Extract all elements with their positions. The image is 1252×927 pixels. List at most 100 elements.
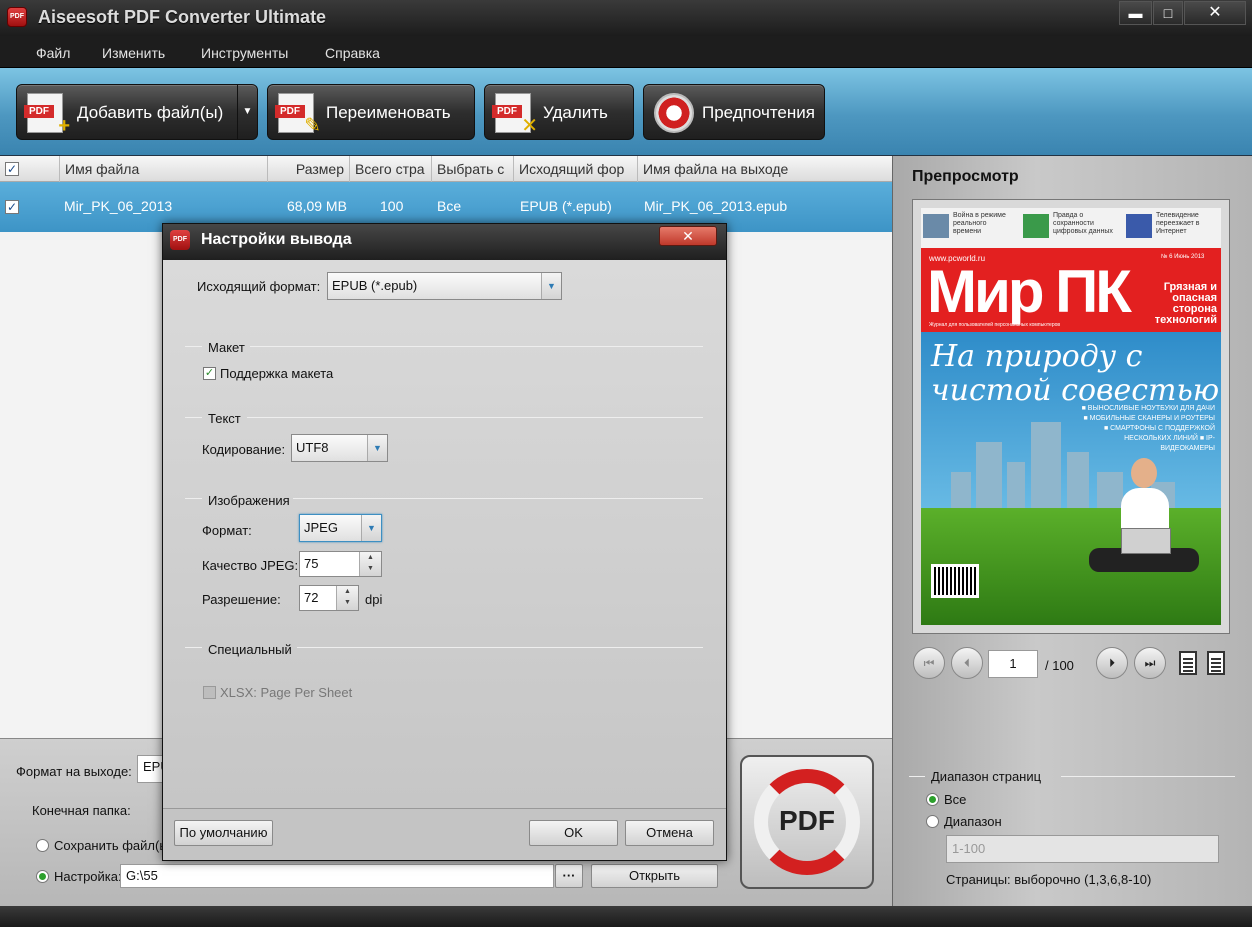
menu-edit[interactable]: Изменить	[102, 45, 165, 61]
add-files-dropdown[interactable]: ▼	[237, 85, 257, 139]
output-settings-dialog: PDF Настройки вывода ✕ Исходящий формат:…	[162, 223, 727, 861]
page-range-title: Диапазон страниц	[931, 769, 1042, 784]
dpi-label: dpi	[365, 592, 383, 607]
cancel-button[interactable]: Отмена	[625, 820, 714, 846]
dialog-close-button[interactable]: ✕	[659, 226, 717, 246]
output-format-value: EPUB (*.epub)	[332, 278, 418, 293]
range-custom-radio[interactable]	[926, 815, 939, 828]
encoding-select[interactable]: UTF8 ▼	[291, 434, 388, 462]
cover-teaser-3: Телевидение переезжает в Интернет	[1126, 212, 1218, 242]
output-format-label: Формат на выходе:	[16, 764, 132, 779]
col-file-name[interactable]: Имя файла	[60, 156, 268, 182]
convert-button[interactable]: PDF	[740, 755, 874, 889]
layout-divider	[185, 346, 202, 347]
range-all-radio[interactable]	[926, 793, 939, 806]
browse-button[interactable]: ···	[555, 864, 583, 888]
row-format: EPUB (*.epub)	[520, 198, 612, 214]
select-all-checkbox[interactable]: ✓	[5, 162, 19, 176]
last-page-button[interactable]: ⏭	[1134, 647, 1166, 679]
page-number-input[interactable]: 1	[988, 650, 1038, 678]
encoding-label: Кодирование:	[202, 442, 286, 457]
stepper-down-icon[interactable]: ▼	[344, 599, 351, 606]
cover-teaser-1-text: Война в режиме реального времени	[953, 212, 1006, 235]
stepper-down-icon[interactable]: ▼	[367, 565, 374, 572]
menu-tools[interactable]: Инструменты	[201, 45, 288, 61]
range-input[interactable]: 1-100	[946, 835, 1219, 863]
jpeg-quality-value: 75	[304, 556, 319, 571]
encoding-value: UTF8	[296, 440, 329, 455]
stepper-up-icon[interactable]: ▲	[344, 588, 351, 595]
rename-button[interactable]: PDF ✎ Переименовать	[267, 84, 475, 140]
default-button[interactable]: По умолчанию	[174, 820, 273, 846]
row-size: 68,09 MB	[287, 198, 347, 214]
first-page-button[interactable]: ⏮	[913, 647, 945, 679]
cover-teaser-1: Война в режиме реального времени	[923, 212, 1015, 242]
resolution-value: 72	[304, 590, 319, 605]
stepper-arrows-icon[interactable]: ▲ ▼	[359, 552, 381, 576]
document-icon[interactable]	[1179, 651, 1197, 675]
text-divider	[247, 417, 703, 418]
col-output-name[interactable]: Имя файла на выходе	[638, 156, 892, 182]
ok-button[interactable]: OK	[529, 820, 618, 846]
preferences-label: Предпочтения	[702, 103, 815, 122]
close-button[interactable]: ✕	[1184, 1, 1246, 25]
row-checkbox[interactable]: ✓	[5, 200, 19, 214]
menu-file[interactable]: Файл	[36, 45, 70, 61]
toolbar: PDF + Добавить файл(ы) ▼ PDF ✎ Переимено…	[0, 68, 1252, 156]
save-source-radio[interactable]	[36, 839, 49, 852]
dialog-footer: По умолчанию OK Отмена	[163, 808, 726, 860]
custom-folder-radio[interactable]	[36, 870, 49, 883]
row-pages: 100	[380, 198, 404, 214]
jpeg-quality-stepper[interactable]: 75 ▲ ▼	[299, 551, 382, 577]
special-divider	[297, 647, 703, 648]
col-total-pages[interactable]: Всего стра	[350, 156, 432, 182]
select-all-column: ✓	[0, 156, 60, 182]
cover-sky: На природу с чистой совестью ■ ВЫНОСЛИВЫ…	[921, 332, 1221, 532]
app-icon: PDF	[7, 7, 27, 27]
preview-title: Препросмотр	[912, 168, 1019, 185]
custom-folder-label: Настройка:	[54, 869, 122, 884]
row-select: Все	[437, 198, 462, 214]
layout-divider	[250, 346, 703, 347]
dest-folder-label: Конечная папка:	[32, 803, 131, 818]
open-folder-button[interactable]: Открыть	[591, 864, 718, 888]
status-bar	[0, 906, 1252, 927]
cover-teaser-3-text: Телевидение переезжает в Интернет	[1156, 212, 1200, 235]
prev-page-button[interactable]: ⏴	[951, 647, 983, 679]
plus-icon: +	[58, 115, 70, 137]
layout-support-checkbox[interactable]: ✓	[203, 367, 216, 380]
xlsx-page-per-sheet-label: XLSX: Page Per Sheet	[220, 685, 353, 700]
pdf-add-icon: PDF +	[24, 93, 70, 137]
list-header: ✓ Имя файла Размер Всего стра Выбрать с …	[0, 156, 892, 182]
cover-bullets: ■ ВЫНОСЛИВЫЕ НОУТБУКИ ДЛЯ ДАЧИ ■ МОБИЛЬН…	[1081, 405, 1215, 452]
preferences-button[interactable]: Предпочтения	[643, 84, 825, 140]
resolution-stepper[interactable]: 72 ▲ ▼	[299, 585, 359, 611]
add-files-button[interactable]: PDF + Добавить файл(ы) ▼	[16, 84, 258, 140]
cover-teasers: Война в режиме реального времени Правда …	[921, 208, 1221, 248]
cover-issue: № 6 Июнь 2013	[1161, 254, 1205, 260]
col-output-format[interactable]: Исходящий фор	[514, 156, 638, 182]
add-files-label: Добавить файл(ы)	[77, 103, 224, 122]
cover-barcode	[931, 564, 979, 598]
xlsx-page-per-sheet-checkbox[interactable]	[203, 686, 216, 699]
images-divider	[185, 498, 202, 499]
output-format-select[interactable]: EPUB (*.epub) ▼	[327, 272, 562, 300]
folder-path-input[interactable]: G:\55	[120, 864, 554, 888]
delete-button[interactable]: PDF ✕ Удалить	[484, 84, 634, 140]
preview-panel: Препросмотр Война в режиме реального вре…	[892, 156, 1252, 906]
col-select-pages[interactable]: Выбрать с	[432, 156, 514, 182]
cover-logo: Мир ПК	[927, 258, 1132, 325]
document-export-icon[interactable]	[1207, 651, 1225, 675]
maximize-button[interactable]: □	[1153, 1, 1183, 25]
stepper-up-icon[interactable]: ▲	[367, 554, 374, 561]
stepper-arrows-icon[interactable]: ▲ ▼	[336, 586, 358, 610]
page-range-divider	[909, 776, 925, 777]
convert-pdf-text: PDF	[779, 805, 835, 836]
next-page-button[interactable]: ⏵	[1096, 647, 1128, 679]
pdf-tag: PDF	[275, 105, 305, 118]
minimize-button[interactable]: ▬	[1119, 1, 1152, 25]
dialog-title-bar: PDF Настройки вывода ✕	[163, 224, 726, 260]
menu-help[interactable]: Справка	[325, 45, 380, 61]
image-format-select[interactable]: JPEG ▼	[299, 514, 382, 542]
col-size[interactable]: Размер	[268, 156, 350, 182]
